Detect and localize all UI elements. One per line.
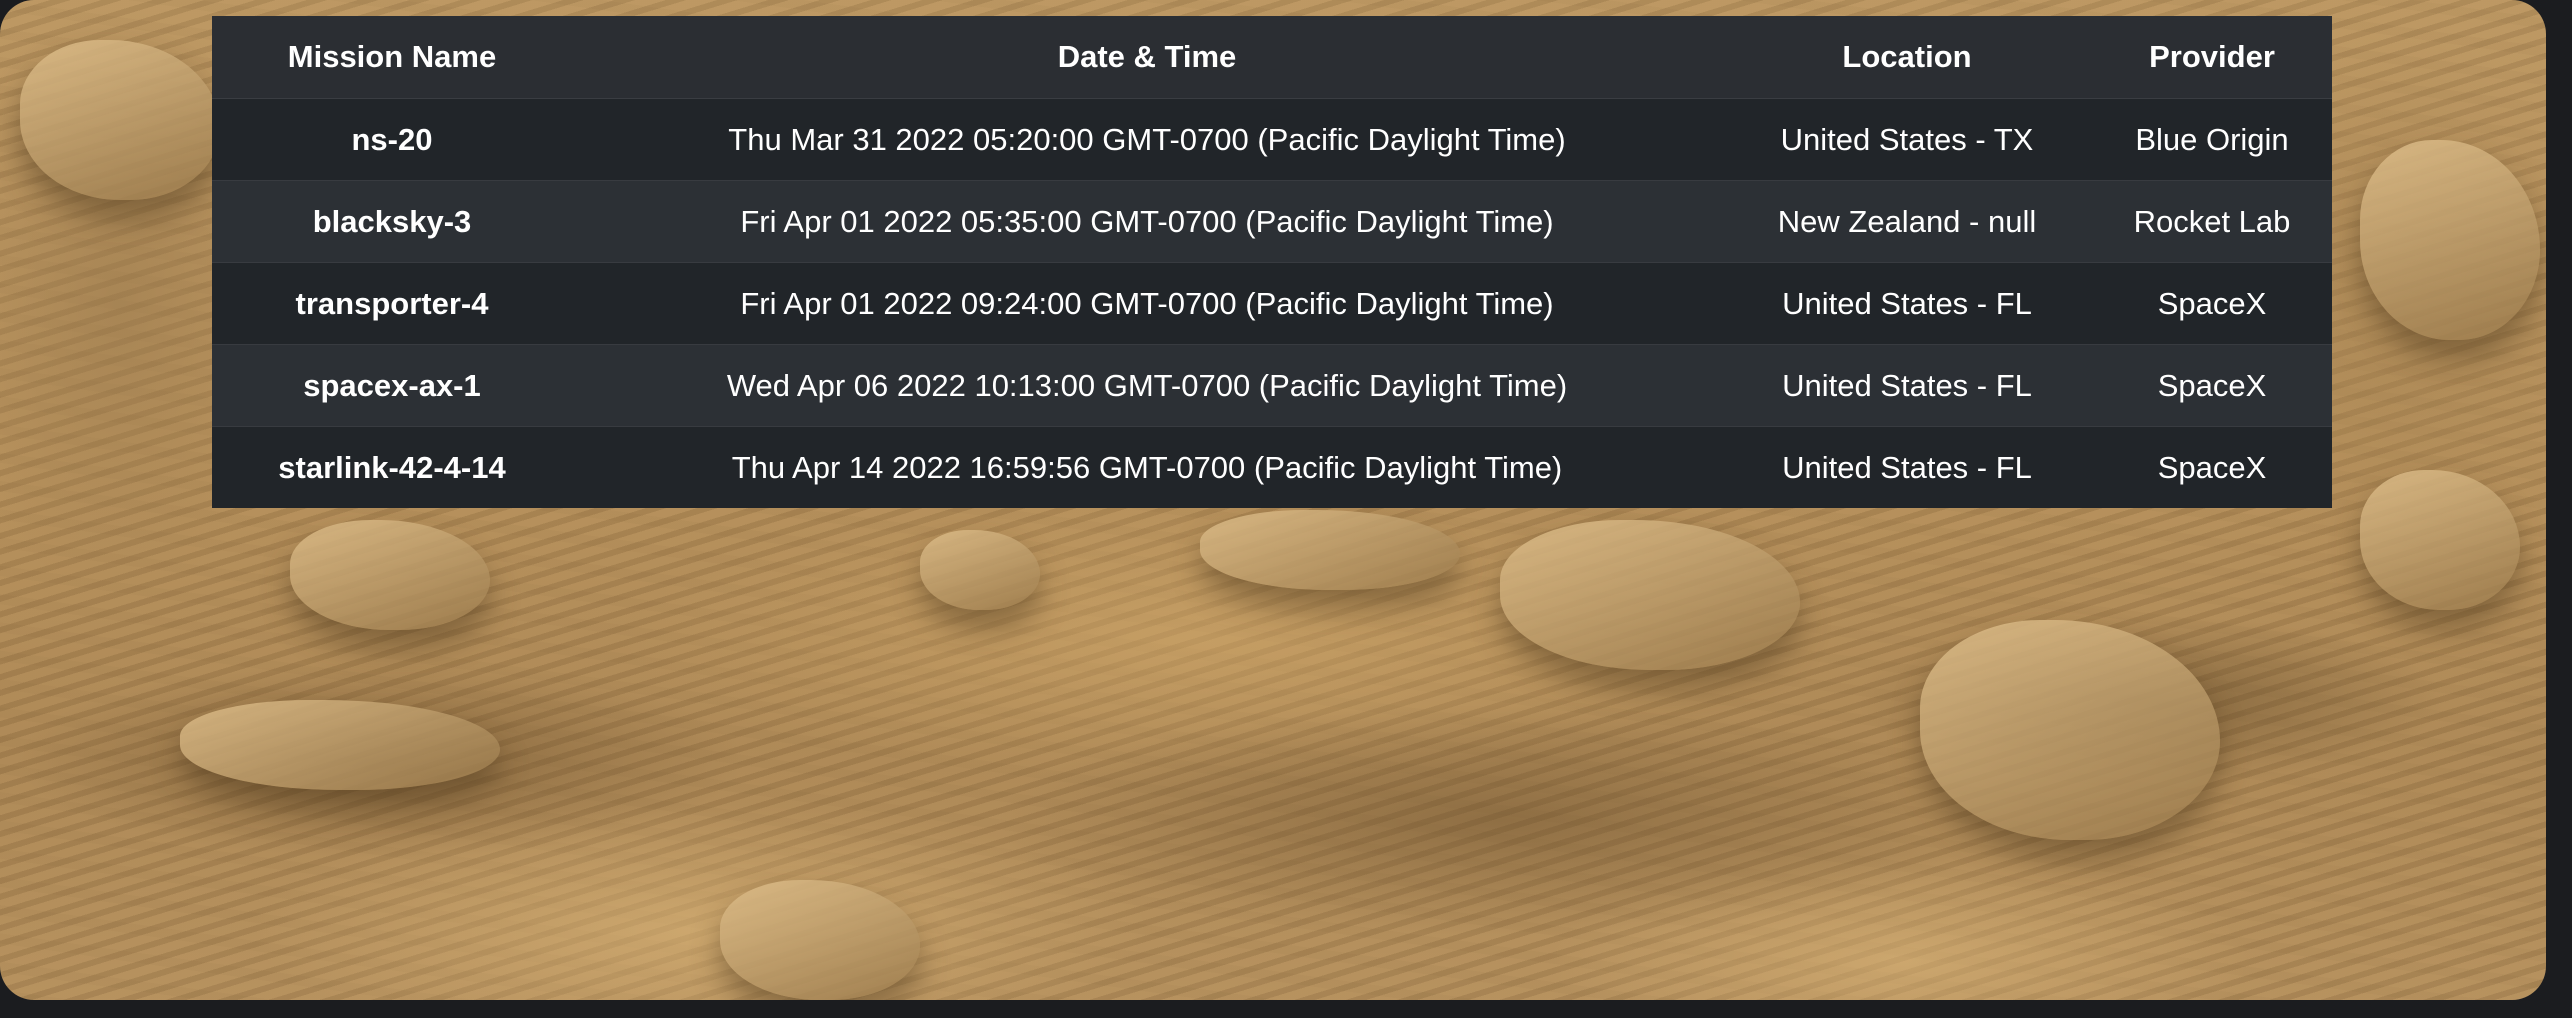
rock-shape [180, 700, 500, 790]
mission-name-cell: starlink-42-4-14 [212, 426, 572, 508]
rock-shape [1200, 510, 1460, 590]
date-time-cell: Thu Mar 31 2022 05:20:00 GMT-0700 (Pacif… [572, 98, 1722, 181]
provider-cell: SpaceX [2092, 262, 2332, 345]
location-cell: United States - FL [1722, 344, 2092, 427]
provider-cell: SpaceX [2092, 426, 2332, 508]
date-time-cell: Fri Apr 01 2022 05:35:00 GMT-0700 (Pacif… [572, 180, 1722, 263]
rock-shape [2360, 470, 2520, 610]
mission-name-cell: blacksky-3 [212, 180, 572, 263]
header-date-time: Date & Time [572, 16, 1722, 99]
mission-name-cell: transporter-4 [212, 262, 572, 345]
location-cell: United States - FL [1722, 426, 2092, 508]
header-location: Location [1722, 16, 2092, 99]
table-header-row: Mission Name Date & Time Location Provid… [212, 16, 2332, 99]
table-row: spacex-ax-1 Wed Apr 06 2022 10:13:00 GMT… [212, 344, 2332, 427]
location-cell: United States - FL [1722, 262, 2092, 345]
rock-shape [1920, 620, 2220, 840]
mission-name-cell: ns-20 [212, 98, 572, 181]
location-cell: United States - TX [1722, 98, 2092, 181]
location-cell: New Zealand - null [1722, 180, 2092, 263]
mission-name-cell: spacex-ax-1 [212, 344, 572, 427]
rock-shape [1500, 520, 1800, 670]
date-time-cell: Thu Apr 14 2022 16:59:56 GMT-0700 (Pacif… [572, 426, 1722, 508]
table-row: ns-20 Thu Mar 31 2022 05:20:00 GMT-0700 … [212, 98, 2332, 181]
rock-shape [20, 40, 220, 200]
provider-cell: SpaceX [2092, 344, 2332, 427]
provider-cell: Rocket Lab [2092, 180, 2332, 263]
header-mission-name: Mission Name [212, 16, 572, 99]
launches-table: Mission Name Date & Time Location Provid… [212, 16, 2332, 508]
table-row: starlink-42-4-14 Thu Apr 14 2022 16:59:5… [212, 426, 2332, 508]
mars-background-image: Mission Name Date & Time Location Provid… [0, 0, 2546, 1000]
table-row: blacksky-3 Fri Apr 01 2022 05:35:00 GMT-… [212, 180, 2332, 263]
date-time-cell: Fri Apr 01 2022 09:24:00 GMT-0700 (Pacif… [572, 262, 1722, 345]
rock-shape [720, 880, 920, 1000]
provider-cell: Blue Origin [2092, 98, 2332, 181]
rock-shape [2360, 140, 2540, 340]
rock-shape [920, 530, 1040, 610]
date-time-cell: Wed Apr 06 2022 10:13:00 GMT-0700 (Pacif… [572, 344, 1722, 427]
rock-shape [290, 520, 490, 630]
header-provider: Provider [2092, 16, 2332, 99]
table-row: transporter-4 Fri Apr 01 2022 09:24:00 G… [212, 262, 2332, 345]
